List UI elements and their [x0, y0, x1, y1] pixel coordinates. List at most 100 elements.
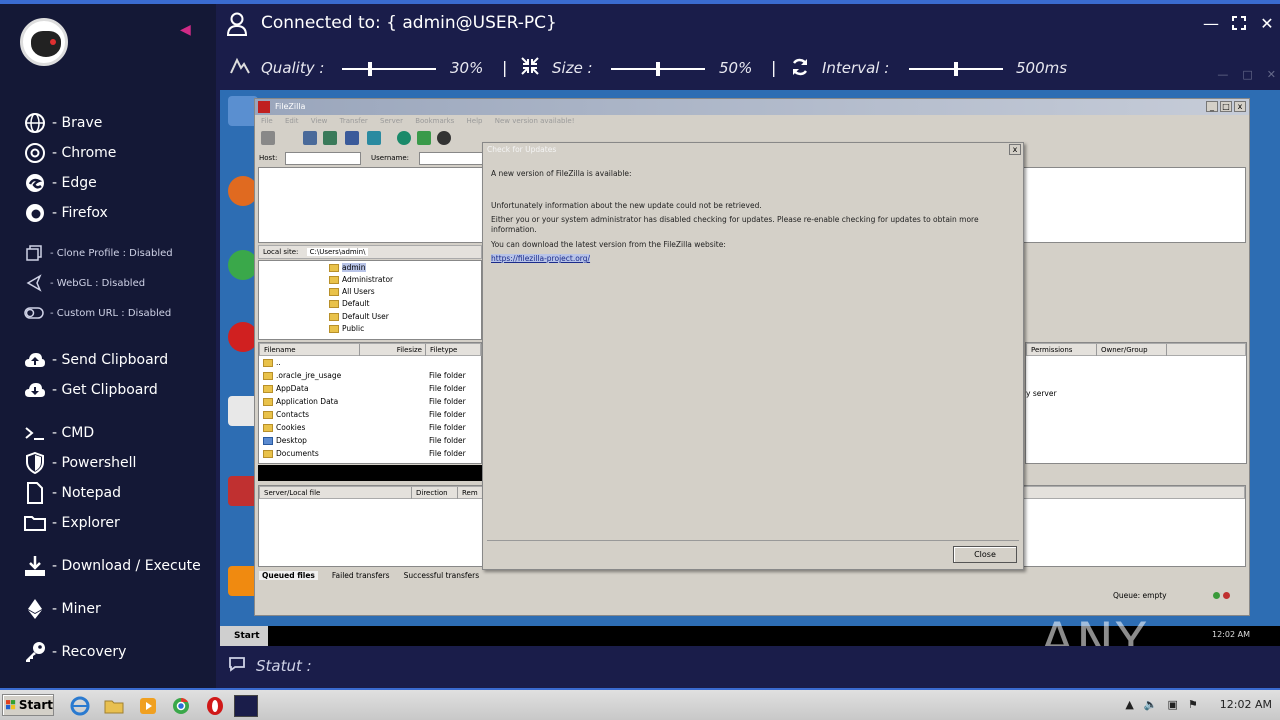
column-server-file[interactable]: Server/Local file: [260, 487, 412, 499]
file-row[interactable]: Documents File folder: [263, 449, 481, 458]
menu-new-version[interactable]: New version available!: [495, 117, 575, 125]
refresh-icon[interactable]: [397, 131, 411, 145]
media-player-icon[interactable]: [138, 696, 158, 716]
remote-start-button[interactable]: Start: [220, 626, 268, 646]
sidebar-item-notepad[interactable]: - Notepad: [24, 482, 121, 504]
transfer-queue-icon[interactable]: [367, 131, 381, 145]
menu-file[interactable]: File: [261, 117, 273, 125]
toggle-tree-icon[interactable]: [323, 131, 337, 145]
sidebar-item-chrome[interactable]: - Chrome: [24, 142, 116, 164]
toggle-log-icon[interactable]: [303, 131, 317, 145]
size-slider[interactable]: [611, 62, 705, 76]
close-icon[interactable]: ✕: [1267, 68, 1276, 81]
file-row[interactable]: ..: [263, 358, 481, 367]
tree-item[interactable]: All Users: [329, 287, 375, 296]
minimize-icon[interactable]: _: [1206, 101, 1218, 112]
sidebar-item-clone-profile[interactable]: - Clone Profile : Disabled: [24, 243, 173, 263]
size-slider-knob[interactable]: [656, 62, 660, 76]
file-explorer-icon[interactable]: [104, 696, 124, 716]
sidebar-item-label: - Edge: [52, 175, 97, 191]
chat-icon: [228, 656, 246, 676]
file-row[interactable]: Desktop File folder: [263, 436, 481, 445]
username-input[interactable]: [419, 152, 483, 165]
minimize-icon[interactable]: —: [1202, 14, 1220, 33]
quality-slider[interactable]: [342, 62, 436, 76]
sidebar-item-webgl[interactable]: - WebGL : Disabled: [24, 273, 145, 293]
sidebar-item-get-clipboard[interactable]: - Get Clipboard: [24, 379, 158, 401]
menu-transfer[interactable]: Transfer: [340, 117, 368, 125]
opera-taskbar-icon[interactable]: [205, 696, 225, 716]
sidebar-item-firefox[interactable]: - Firefox: [24, 202, 108, 224]
column-permissions[interactable]: Permissions: [1027, 344, 1097, 356]
host-label: Host:: [259, 154, 278, 162]
active-app-icon[interactable]: [234, 695, 258, 717]
menu-bookmarks[interactable]: Bookmarks: [415, 117, 454, 125]
file-row[interactable]: .oracle_jre_usage File folder: [263, 371, 481, 380]
file-row[interactable]: AppData File folder: [263, 384, 481, 393]
tray-expand-icon[interactable]: ▲: [1125, 698, 1133, 711]
local-file-list: Filename Filesize Filetype .. .oracle_jr…: [258, 342, 482, 464]
chrome-taskbar-icon[interactable]: [171, 696, 191, 716]
start-button[interactable]: Start: [2, 694, 54, 716]
check-updates-dialog: Check for Updates x A new version of Fil…: [482, 142, 1024, 570]
maximize-icon[interactable]: □: [1220, 101, 1232, 112]
menu-help[interactable]: Help: [467, 117, 483, 125]
close-icon[interactable]: x: [1009, 144, 1021, 155]
tab-failed-transfers[interactable]: Failed transfers: [332, 571, 390, 580]
menu-view[interactable]: View: [311, 117, 328, 125]
sidebar-item-explorer[interactable]: - Explorer: [24, 512, 120, 534]
sidebar-item-powershell[interactable]: - Powershell: [24, 452, 136, 474]
sidebar: ◀ - Brave - Chrome - Edge - Firefox - Cl…: [0, 4, 216, 688]
collapse-sidebar-icon[interactable]: ◀: [180, 22, 191, 38]
site-manager-icon[interactable]: [261, 131, 275, 145]
sidebar-item-send-clipboard[interactable]: - Send Clipboard: [24, 349, 168, 371]
column-direction[interactable]: Direction: [412, 487, 458, 499]
tree-item[interactable]: Default User: [329, 312, 389, 321]
file-row[interactable]: Application Data File folder: [263, 397, 481, 406]
local-site-input[interactable]: C:\Users\admin\: [306, 248, 369, 256]
toggle-remote-tree-icon[interactable]: [345, 131, 359, 145]
dialog-divider: [487, 540, 1019, 541]
column-owner-group[interactable]: Owner/Group: [1097, 344, 1167, 356]
tree-item[interactable]: admin: [329, 263, 366, 272]
sidebar-item-cmd[interactable]: - CMD: [24, 422, 94, 444]
remote-desktop-view[interactable]: FileZilla _ □ x File Edit View Transfer …: [220, 90, 1280, 646]
sidebar-item-brave[interactable]: - Brave: [24, 112, 102, 134]
sidebar-item-recovery[interactable]: - Recovery: [24, 641, 126, 663]
network-icon[interactable]: ▣: [1168, 698, 1178, 711]
sidebar-item-edge[interactable]: - Edge: [24, 172, 97, 194]
cancel-icon[interactable]: [437, 131, 451, 145]
menu-edit[interactable]: Edit: [285, 117, 299, 125]
quality-slider-knob[interactable]: [368, 62, 373, 76]
status-label: Statut :: [256, 657, 312, 675]
host-input[interactable]: [285, 152, 361, 165]
process-queue-icon[interactable]: [417, 131, 431, 145]
close-icon[interactable]: x: [1234, 101, 1246, 112]
close-button[interactable]: Close: [953, 546, 1017, 563]
tab-successful-transfers[interactable]: Successful transfers: [404, 571, 480, 580]
file-row[interactable]: Cookies File folder: [263, 423, 481, 432]
tree-item[interactable]: Default: [329, 299, 369, 308]
internet-explorer-icon[interactable]: [70, 696, 90, 716]
interval-slider[interactable]: [909, 62, 1003, 76]
interval-slider-knob[interactable]: [954, 62, 958, 76]
close-icon[interactable]: ✕: [1258, 14, 1276, 33]
sidebar-item-miner[interactable]: - Miner: [24, 598, 101, 620]
column-filetype[interactable]: Filetype: [426, 344, 482, 356]
tree-item[interactable]: Public: [329, 324, 364, 333]
menu-server[interactable]: Server: [380, 117, 403, 125]
dialog-title: Check for Updates: [487, 145, 557, 154]
volume-icon[interactable]: 🔈: [1144, 698, 1158, 711]
maximize-icon[interactable]: [1230, 14, 1248, 32]
download-link[interactable]: https://filezilla-project.org/: [491, 254, 591, 264]
column-filesize[interactable]: Filesize: [360, 344, 426, 356]
sidebar-item-download-execute[interactable]: - Download / Execute: [24, 555, 201, 577]
minimize-icon[interactable]: —: [1217, 68, 1228, 81]
column-filename[interactable]: Filename: [260, 344, 360, 356]
file-row[interactable]: Contacts File folder: [263, 410, 481, 419]
sidebar-item-custom-url[interactable]: - Custom URL : Disabled: [24, 303, 171, 323]
tab-queued-files[interactable]: Queued files: [259, 571, 318, 580]
action-center-flag-icon[interactable]: ⚑: [1188, 698, 1198, 711]
maximize-icon[interactable]: □: [1242, 68, 1252, 81]
tree-item[interactable]: Administrator: [329, 275, 393, 284]
